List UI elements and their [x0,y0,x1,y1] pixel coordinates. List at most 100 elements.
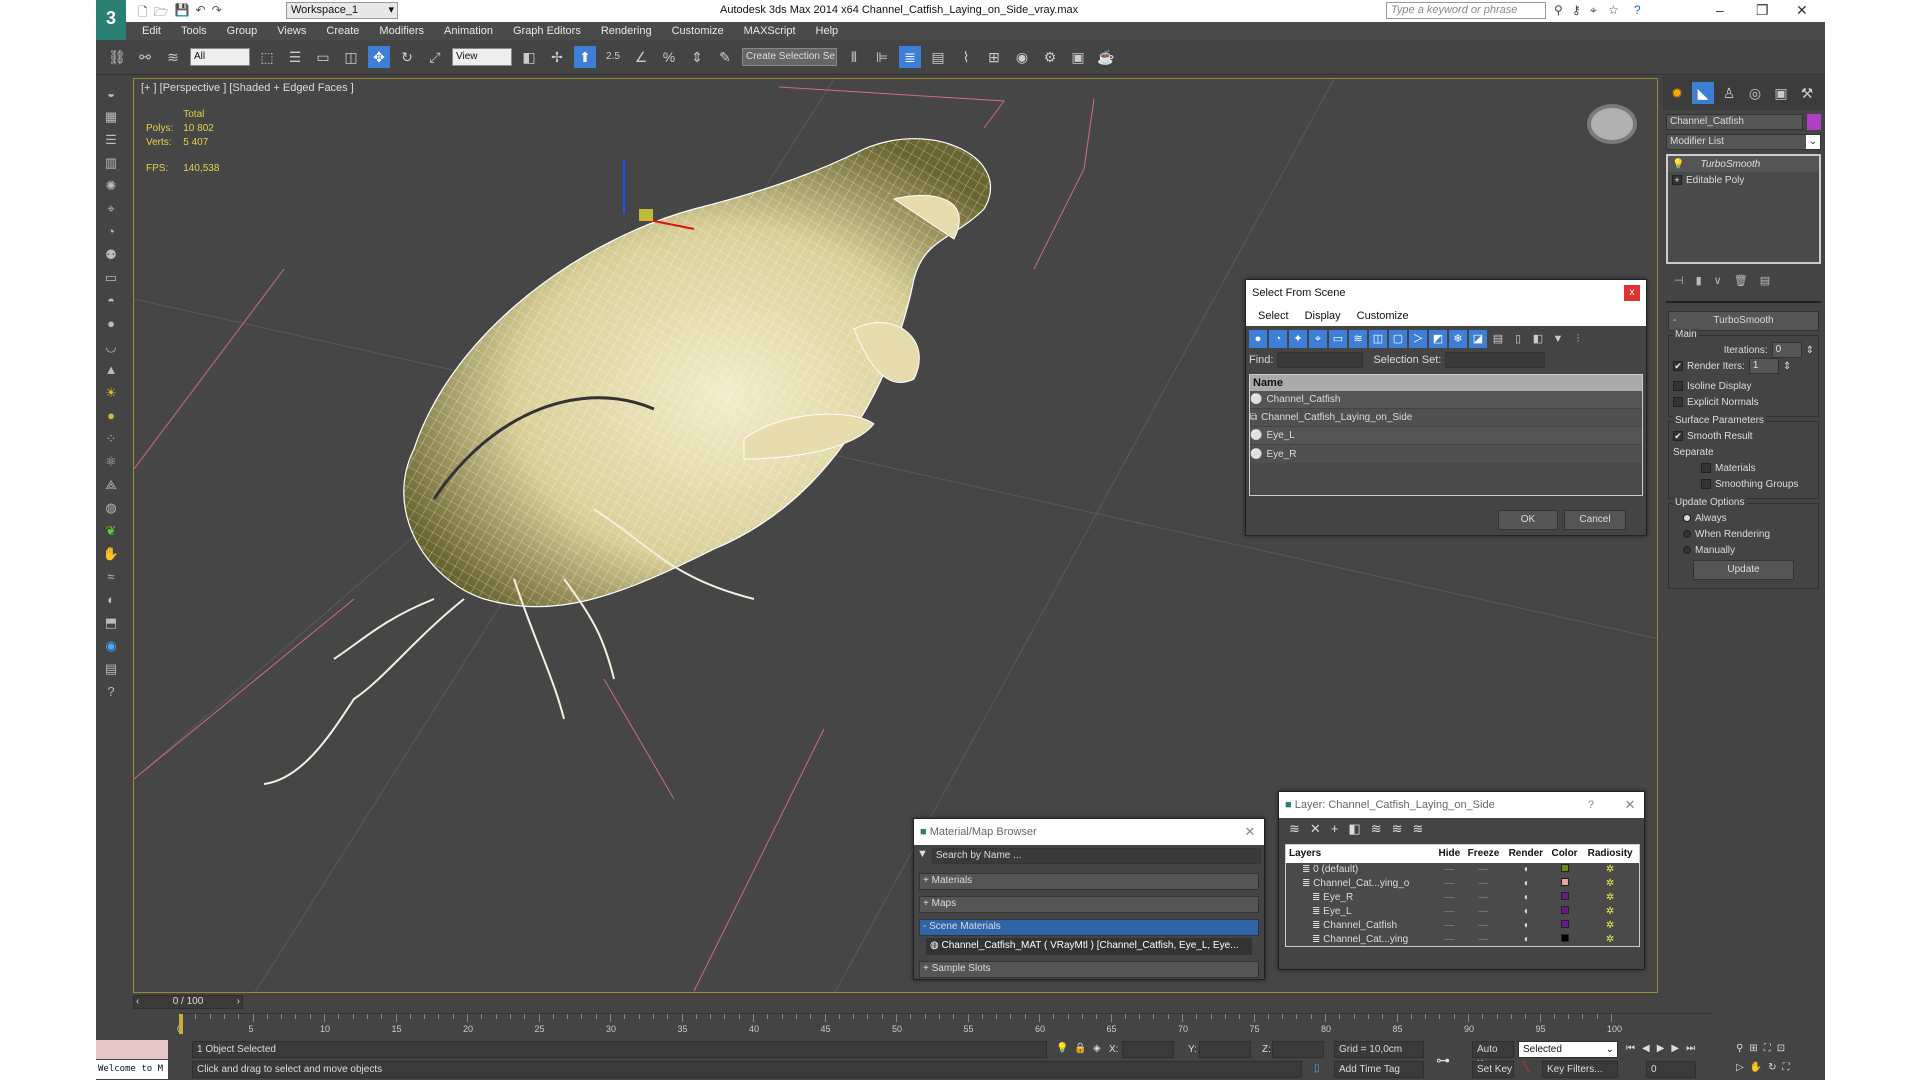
rendered-frame-icon[interactable]: ▣ [1067,46,1089,68]
percent-snap-icon[interactable]: % [658,46,680,68]
layer-row[interactable]: ≣ Eye_L — — ◖ ✲ [1286,905,1640,919]
ribbon-icon[interactable]: ▤ [927,46,949,68]
pivot-center-icon[interactable]: ◧ [518,46,540,68]
menu-select[interactable]: Select [1258,306,1289,326]
robot-icon[interactable]: ⚉ [102,247,120,263]
zoom-all-icon[interactable]: ⊞ [1749,1043,1757,1054]
isolate-icon[interactable]: 💡 [1056,1043,1068,1054]
menu-graph-editors[interactable]: Graph Editors [513,22,581,40]
link-icon[interactable]: ⛓ [106,46,128,68]
sound-icon[interactable]: ◔ [102,224,120,240]
display-tab-icon[interactable]: ▣ [1770,82,1792,104]
modify-tab-icon[interactable]: ◣ [1692,82,1714,104]
viewport-label[interactable]: [+ ] [Perspective ] [Shaded + Edged Face… [141,82,354,94]
earth-icon[interactable]: ◉ [102,638,120,654]
play-icon[interactable]: ▶ [1657,1043,1665,1054]
select-manipulate-icon[interactable]: ✢ [546,46,568,68]
hide-toggle[interactable]: — [1436,877,1464,891]
layer-color-swatch[interactable] [1548,919,1581,933]
mirror-icon[interactable]: ⫴ [843,46,865,68]
cancel-button[interactable]: Cancel [1564,510,1626,530]
layer-row[interactable]: ≣ Eye_R — — ◖ ✲ [1286,891,1640,905]
display-all-icon[interactable]: ▤ [1489,330,1507,348]
menu-modifiers[interactable]: Modifiers [379,22,424,40]
freeze-toggle[interactable]: — [1463,863,1504,877]
app-logo[interactable]: 3 [96,0,126,40]
render-teapot-icon[interactable]: ◖ [1504,919,1548,933]
satellite-icon[interactable]: ⌖ [1590,3,1597,18]
expand-icon[interactable]: + [1672,175,1682,185]
key-mode-dropdown[interactable]: Selected ⌄ [1518,1041,1618,1058]
paint-icon[interactable]: ⬒ [102,615,120,631]
display-none-icon[interactable]: ▯ [1509,330,1527,348]
hair-icon[interactable]: ≈ [102,569,120,585]
list-item[interactable]: ⧉ Channel_Catfish_Laying_on_Side [1250,409,1642,427]
close-icon[interactable]: x [1624,285,1640,301]
time-ruler[interactable]: 0510152025303540455055606570758085909510… [177,1013,1711,1039]
render-iters-spinner[interactable]: 1 [1748,358,1779,374]
layer-color-swatch[interactable] [1548,905,1581,919]
ball-icon[interactable]: ● [102,408,120,424]
redo-icon[interactable]: ↷ [212,3,222,24]
time-tag-icon[interactable]: ▯ [1314,1063,1320,1074]
next-frame-icon[interactable]: ▶ [1671,1043,1679,1054]
y-coordinate-field[interactable] [1199,1041,1251,1058]
hide-toggle[interactable]: — [1436,863,1464,877]
hemisphere-icon[interactable]: ◓ [102,293,120,309]
key-icon[interactable]: ⚷ [1572,3,1581,17]
freeze-toggle[interactable]: — [1463,877,1504,891]
add-to-layer-icon[interactable]: + [1331,821,1339,837]
menu-display[interactable]: Display [1305,306,1341,326]
motion-tab-icon[interactable]: ◎ [1744,82,1766,104]
object-color-swatch[interactable] [1807,114,1821,130]
new-icon[interactable]: 🗋 [138,3,148,24]
named-selection-dropdown[interactable]: Create Selection Se [742,48,837,66]
snap-toggle-icon[interactable]: 2.5 [602,46,624,68]
menu-rendering[interactable]: Rendering [601,22,652,40]
render-icon[interactable]: ☕ [1095,46,1117,68]
select-object-icon[interactable]: ⬚ [256,46,278,68]
radiosity-icon[interactable]: ✲ [1581,891,1639,905]
transform-mode-icon[interactable]: ◈ [1093,1043,1101,1054]
spinner-snap-icon[interactable]: ⇕ [686,46,708,68]
pan-icon[interactable]: ✋ [1750,1062,1762,1073]
delete-layer-icon[interactable]: ✕ [1310,821,1321,837]
current-frame-field[interactable]: 0 [1646,1061,1696,1078]
minimize-button[interactable]: – [1716,2,1724,18]
particles-icon[interactable]: ⁘ [102,431,120,447]
auto-key-button[interactable]: Auto Key [1472,1041,1514,1070]
material-editor-icon[interactable]: ◉ [1011,46,1033,68]
maxscript-listener[interactable] [96,1040,168,1059]
ok-button[interactable]: OK [1498,510,1558,530]
layer-color-swatch[interactable] [1548,877,1581,891]
freeze-toggle[interactable]: — [1463,919,1504,933]
list-icon[interactable]: ☰ [102,132,120,148]
radiosity-icon[interactable]: ✲ [1581,877,1639,891]
freeze-all-icon[interactable]: ≋ [1413,821,1424,837]
sun-icon[interactable]: ☀ [102,385,120,401]
select-objects-icon[interactable]: ◧ [1348,821,1360,837]
turbosmooth-rollout-header[interactable]: - TurboSmooth [1668,311,1819,331]
star-icon[interactable]: ☆ [1608,3,1619,17]
object-name-field[interactable]: Channel_Catfish [1666,114,1803,130]
sample-slots-section[interactable]: + Sample Slots [919,961,1259,978]
keyboard-shortcut-icon[interactable]: ⬆ [574,46,596,68]
bowl-icon[interactable]: ◡ [102,339,120,355]
containers-filter-icon[interactable]: ◩ [1429,330,1447,348]
hide-toggle[interactable]: — [1436,919,1464,933]
radiosity-icon[interactable]: ✲ [1581,905,1639,919]
lock-icon[interactable]: 🔒 [1074,1043,1086,1054]
menu-create[interactable]: Create [326,22,359,40]
schematic-view-icon[interactable]: ⊞ [983,46,1005,68]
freeze-toggle[interactable]: — [1463,933,1504,947]
bones-icon[interactable]: ⟁ [102,477,120,493]
selection-filter-dropdown[interactable]: All [190,48,250,66]
bones-filter-icon[interactable]: ＞ [1409,330,1427,348]
filter-icon[interactable]: ▼ [1549,330,1567,348]
script-icon[interactable]: ▤ [102,661,120,677]
stack-item-turbosmooth[interactable]: 💡 TurboSmooth [1668,156,1819,172]
grid-icon[interactable]: ▥ [102,155,120,171]
orbit-icon[interactable]: ↻ [1768,1062,1776,1073]
window-crossing-icon[interactable]: ◫ [340,46,362,68]
maximize-button[interactable]: ❐ [1756,2,1769,19]
